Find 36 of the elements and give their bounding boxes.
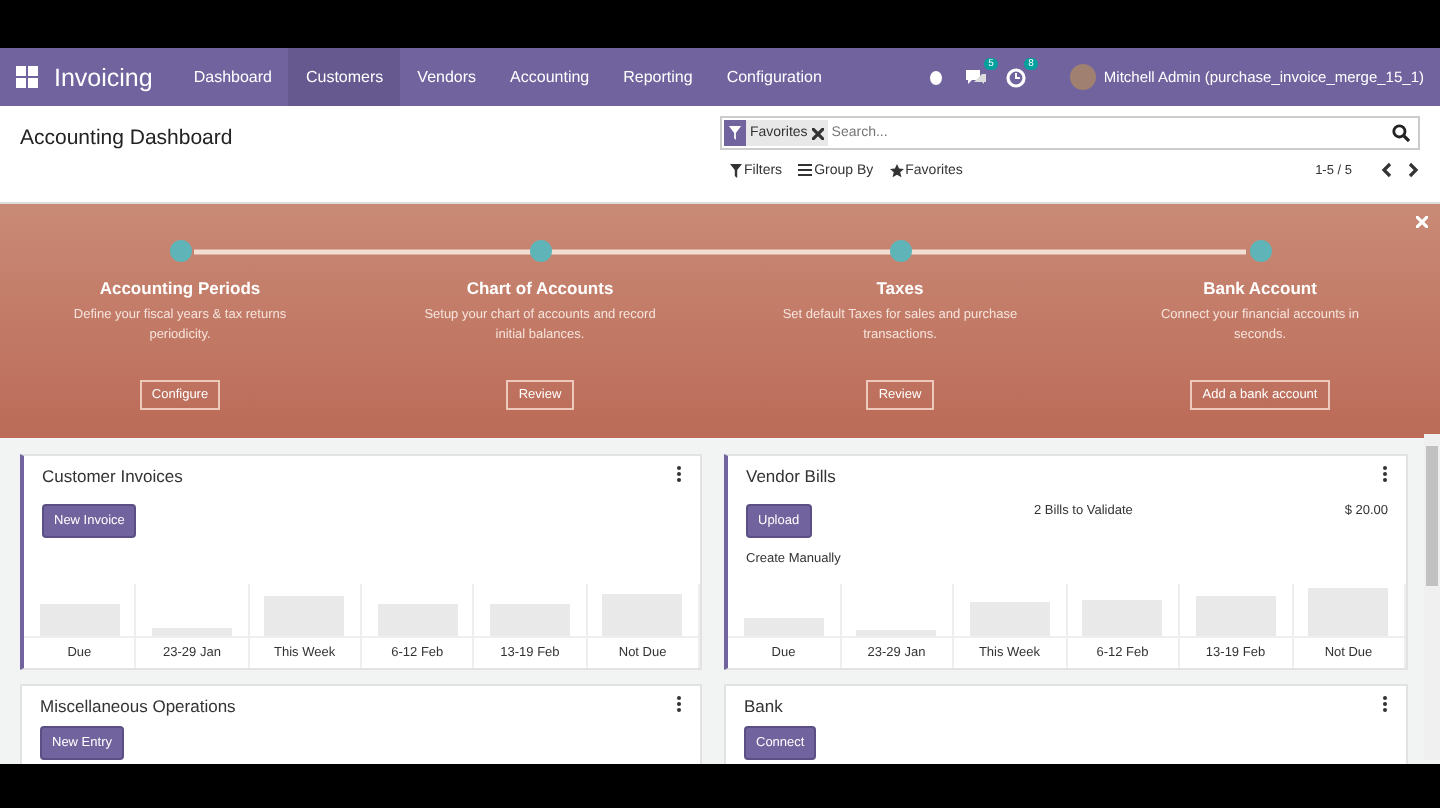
menu-item[interactable]: Customers	[288, 48, 401, 106]
clock-icon[interactable]	[1005, 67, 1026, 87]
card-title: Vendor Bills	[746, 466, 836, 486]
kebab-menu-icon[interactable]	[1382, 466, 1388, 482]
menu-item[interactable]: Vendors	[400, 48, 494, 106]
app-grid-icon[interactable]	[16, 66, 38, 88]
step-dot	[169, 240, 191, 262]
card-title: Bank	[744, 696, 783, 716]
card-title: Customer Invoices	[42, 466, 183, 486]
menu-item[interactable]: Dashboard	[176, 48, 289, 106]
app-name: Invoicing	[54, 63, 153, 91]
menu-item[interactable]: Configuration	[709, 48, 839, 106]
list-icon	[798, 164, 813, 176]
remove-facet-icon[interactable]	[811, 127, 824, 139]
page-title: Accounting Dashboard	[20, 126, 233, 150]
step-dot	[529, 240, 551, 262]
step-title: Chart of Accounts	[466, 278, 614, 298]
filter-icon	[730, 163, 742, 177]
step-title: Taxes	[876, 278, 924, 298]
step-dot	[1249, 240, 1271, 262]
next-page-icon[interactable]	[1408, 162, 1420, 178]
close-icon[interactable]	[1416, 216, 1428, 228]
kebab-menu-icon[interactable]	[1382, 696, 1388, 712]
kebab-menu-icon[interactable]	[676, 696, 682, 712]
step-title: Accounting Periods	[99, 278, 261, 298]
kebab-menu-icon[interactable]	[676, 466, 682, 482]
card-title: Miscellaneous Operations	[40, 696, 236, 716]
previous-page-icon[interactable]	[1380, 162, 1392, 178]
menu-item[interactable]: Accounting	[493, 48, 607, 106]
chat-icon[interactable]	[963, 68, 986, 86]
filter-icon	[724, 120, 746, 146]
star-icon	[889, 163, 904, 177]
search-icon[interactable]	[1392, 124, 1410, 142]
menu-item[interactable]: Reporting	[606, 48, 710, 106]
step-dot	[889, 240, 911, 262]
step-title: Bank Account	[1203, 278, 1317, 298]
